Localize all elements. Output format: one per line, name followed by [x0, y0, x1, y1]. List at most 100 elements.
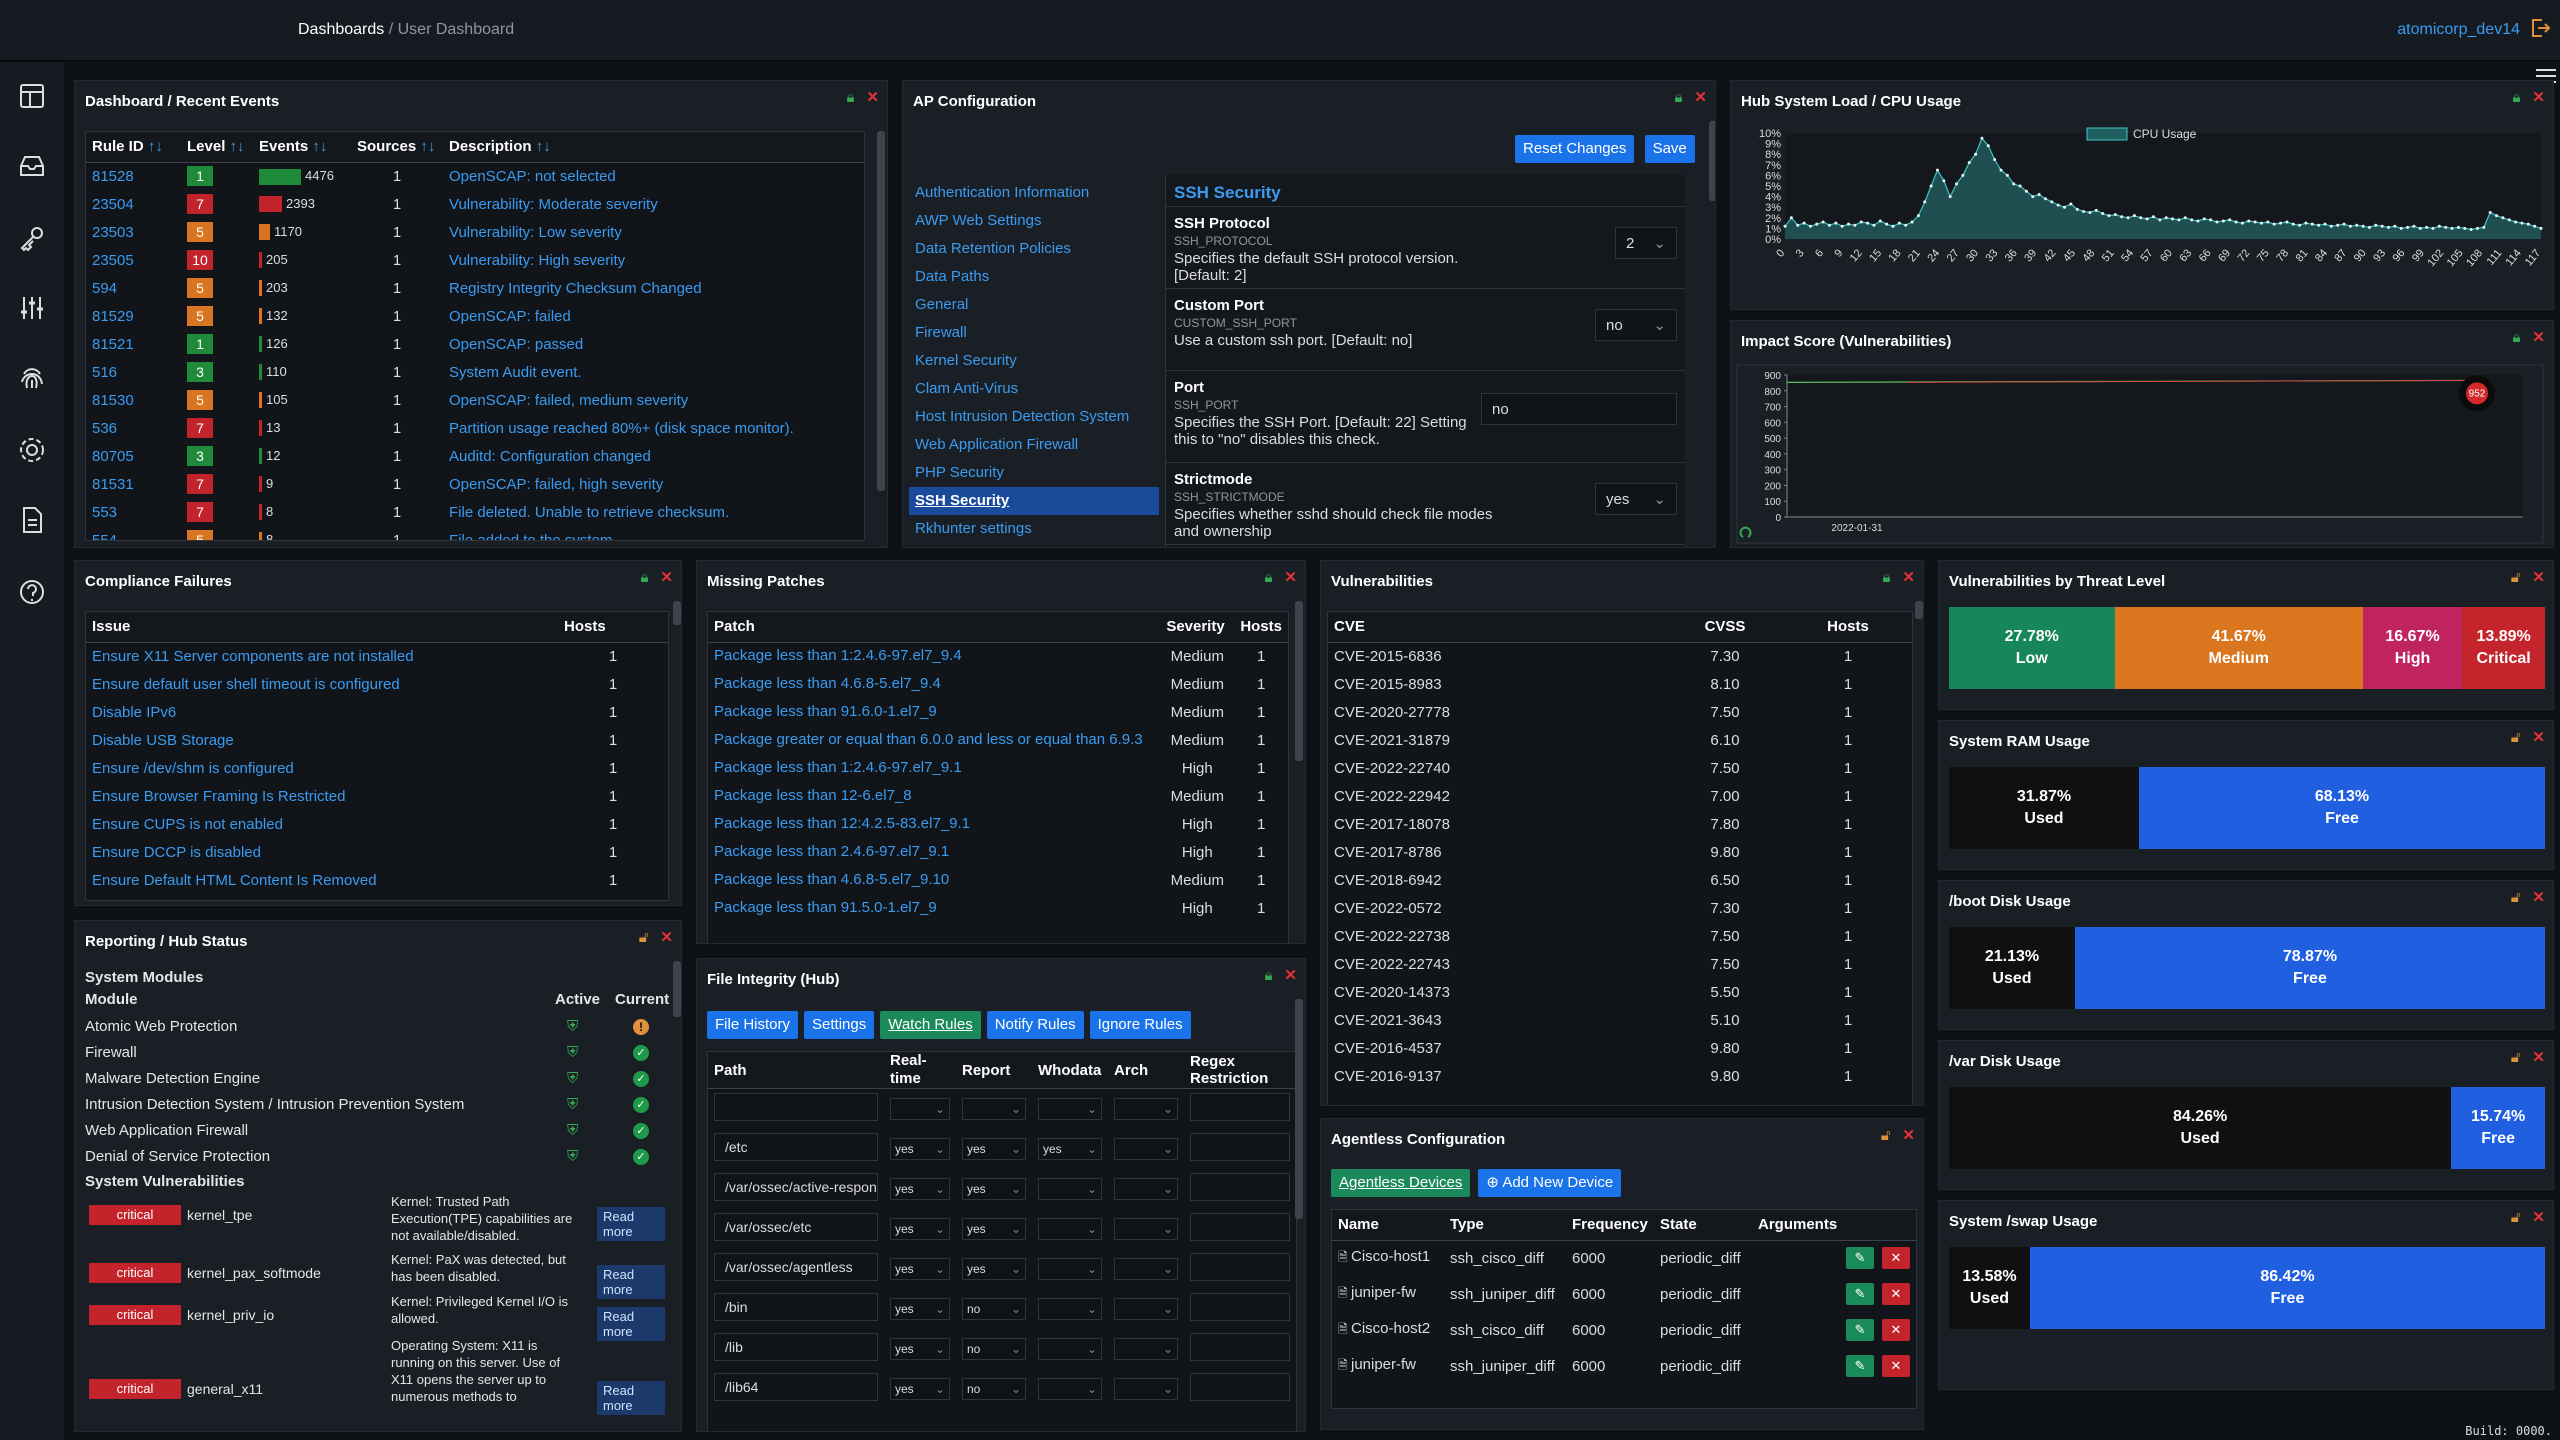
table-row[interactable]: CVE-2015-8983 8.10 1 — [1328, 670, 1912, 698]
cpu-point[interactable] — [2215, 220, 2219, 224]
read-more-button[interactable]: Read more — [597, 1265, 665, 1299]
table-row[interactable]: 🗎︎ juniper-fw ssh_juniper_diff 6000 periodi… — [1332, 1276, 1916, 1312]
table-row[interactable]: 81530 5 105 1 OpenSCAP: failed, medium sever… — [86, 386, 864, 414]
option-select[interactable]: ⌄ — [1038, 1257, 1102, 1280]
edit-icon[interactable]: ✎ — [1846, 1247, 1874, 1270]
ap-menu-item[interactable]: Data Paths — [909, 263, 1159, 291]
cpu-point[interactable] — [2259, 221, 2263, 225]
table-row[interactable]: Package less than 4.6.8-5.el7_9.10 Medium… — [708, 866, 1288, 894]
add-new-device-button[interactable]: ⊕ Add New Device — [1478, 1169, 1622, 1197]
issue-link[interactable]: Ensure default user shell timeout is con… — [92, 676, 400, 693]
cpu-point[interactable] — [1878, 219, 1882, 223]
cpu-point[interactable] — [2520, 221, 2524, 225]
cpu-point[interactable] — [2190, 218, 2194, 222]
path-input[interactable] — [714, 1092, 878, 1121]
path-input[interactable]: /lib — [714, 1332, 878, 1361]
cpu-point[interactable] — [2361, 224, 2365, 228]
cpu-point[interactable] — [1980, 136, 1984, 140]
option-select[interactable]: yes ⌄ — [890, 1337, 950, 1360]
close-icon[interactable]: ✕ — [660, 930, 673, 946]
option-select[interactable]: yes ⌄ — [962, 1177, 1026, 1200]
description-link[interactable]: Vulnerability: High severity — [449, 252, 625, 269]
path-input[interactable]: /etc — [714, 1132, 878, 1161]
cpu-point[interactable] — [1821, 220, 1825, 224]
table-row[interactable]: /etc yes ⌄ yes ⌄ yes ⌄ ⌄ — [708, 1129, 1296, 1169]
ap-menu-item[interactable]: Firewall — [909, 319, 1159, 347]
lock-icon[interactable]: 🔒︎ — [1264, 968, 1272, 984]
close-icon[interactable]: ✕ — [1694, 90, 1707, 106]
table-row[interactable]: /lib yes ⌄ no ⌄ ⌄ ⌄ — [708, 1329, 1296, 1369]
cpu-point[interactable] — [1974, 152, 1978, 156]
table-row[interactable]: Package less than 1:2.4.6-97.el7_9.1 High… — [708, 754, 1288, 782]
option-select[interactable]: ⌄ — [1114, 1137, 1178, 1160]
option-select[interactable]: ⌄ — [890, 1097, 950, 1120]
table-row[interactable]: /lib64 yes ⌄ no ⌄ ⌄ ⌄ — [708, 1369, 1296, 1409]
cpu-point[interactable] — [2329, 224, 2333, 228]
table-row[interactable]: Package less than 2.4.6-97.el7_9.1 High 1 — [708, 838, 1288, 866]
table-row[interactable]: 80705 3 12 1 Auditd: Configuration changed — [86, 442, 864, 470]
user-menu[interactable]: atomicorp_dev14 — [2397, 21, 2520, 39]
patch-link[interactable]: Package less than 91.5.0-1.el7_9 — [714, 899, 937, 916]
table-row[interactable]: Package greater or equal than 6.0.0 and … — [708, 726, 1288, 754]
close-icon[interactable]: ✕ — [1902, 570, 1915, 586]
cpu-point[interactable] — [2539, 226, 2543, 230]
table-row[interactable]: CVE-2022-22738 7.50 1 — [1328, 922, 1912, 950]
lock-icon[interactable]: 🔒︎ — [846, 90, 854, 106]
scrollbar[interactable] — [1709, 121, 1715, 201]
table-row[interactable]: Package less than 12:4.2.5-83.el7_9.1 Hig… — [708, 810, 1288, 838]
option-select[interactable]: yes ⌄ — [962, 1217, 1026, 1240]
cpu-point[interactable] — [1783, 224, 1787, 228]
table-row[interactable]: 81531 7 9 1 OpenSCAP: failed, high severity — [86, 470, 864, 498]
read-more-button[interactable]: Read more — [597, 1381, 665, 1415]
option-select[interactable]: ⌄ — [1114, 1097, 1178, 1120]
cpu-point[interactable] — [1866, 221, 1870, 225]
table-row[interactable]: 81529 5 132 1 OpenSCAP: failed — [86, 302, 864, 330]
cpu-point[interactable] — [2050, 200, 2054, 204]
rule-id-link[interactable]: 81528 — [92, 168, 134, 185]
option-select[interactable]: yes ⌄ — [890, 1217, 950, 1240]
fim-tab-notify-rules[interactable]: Notify Rules — [986, 1011, 1084, 1039]
table-row[interactable]: CVE-2018-6942 6.50 1 — [1328, 866, 1912, 894]
cpu-point[interactable] — [2082, 209, 2086, 213]
ap-menu-item[interactable]: Web Application Firewall — [909, 431, 1159, 459]
cpu-point[interactable] — [1967, 161, 1971, 165]
cpu-point[interactable] — [2279, 221, 2283, 225]
cpu-point[interactable] — [1910, 220, 1914, 224]
cpu-point[interactable] — [1942, 179, 1946, 183]
close-icon[interactable]: ✕ — [660, 570, 673, 586]
cpu-point[interactable] — [2069, 202, 2073, 206]
cpu-point[interactable] — [1859, 220, 1863, 224]
cpu-point[interactable] — [2031, 195, 2035, 199]
cpu-point[interactable] — [2240, 221, 2244, 225]
cpu-point[interactable] — [1853, 223, 1857, 227]
table-row[interactable]: Disable USB Storage 1 — [86, 726, 668, 754]
patch-link[interactable]: Package less than 12:4.2.5-83.el7_9.1 — [714, 815, 970, 832]
report-icon[interactable] — [16, 504, 48, 536]
cpu-point[interactable] — [2298, 223, 2302, 227]
cpu-point[interactable] — [2444, 225, 2448, 229]
edit-icon[interactable]: ✎ — [1846, 1283, 1874, 1305]
option-select[interactable]: yes ⌄ — [890, 1137, 950, 1160]
option-select[interactable]: yes ⌄ — [890, 1177, 950, 1200]
cpu-point[interactable] — [2291, 222, 2295, 226]
description-link[interactable]: OpenSCAP: failed, high severity — [449, 476, 663, 493]
cpu-point[interactable] — [2317, 223, 2321, 227]
ap-menu-item[interactable]: Authentication Information — [909, 179, 1159, 207]
table-row[interactable]: CVE-2022-22740 7.50 1 — [1328, 754, 1912, 782]
cpu-point[interactable] — [2367, 225, 2371, 229]
cpu-point[interactable] — [2463, 226, 2467, 230]
table-row[interactable]: 81521 1 126 1 OpenSCAP: passed — [86, 330, 864, 358]
issue-link[interactable]: Ensure Default HTML Content Is Removed — [92, 872, 377, 889]
close-icon[interactable]: ✕ — [2532, 90, 2545, 106]
table-row[interactable]: 🗎︎ Cisco-host1 ssh_cisco_diff 6000 periodic… — [1332, 1240, 1916, 1276]
cpu-point[interactable] — [2387, 225, 2391, 229]
cpu-point[interactable] — [2533, 224, 2537, 228]
refresh-icon[interactable] — [1739, 526, 1752, 538]
cpu-point[interactable] — [2209, 218, 2213, 222]
read-more-button[interactable]: Read more — [597, 1307, 665, 1341]
delete-icon[interactable]: ✕ — [1882, 1283, 1910, 1305]
close-icon[interactable]: ✕ — [1902, 1128, 1915, 1144]
cpu-point[interactable] — [2355, 223, 2359, 227]
unlock-icon[interactable]: 🔓︎ — [2511, 570, 2521, 586]
cpu-point[interactable] — [2221, 219, 2225, 223]
